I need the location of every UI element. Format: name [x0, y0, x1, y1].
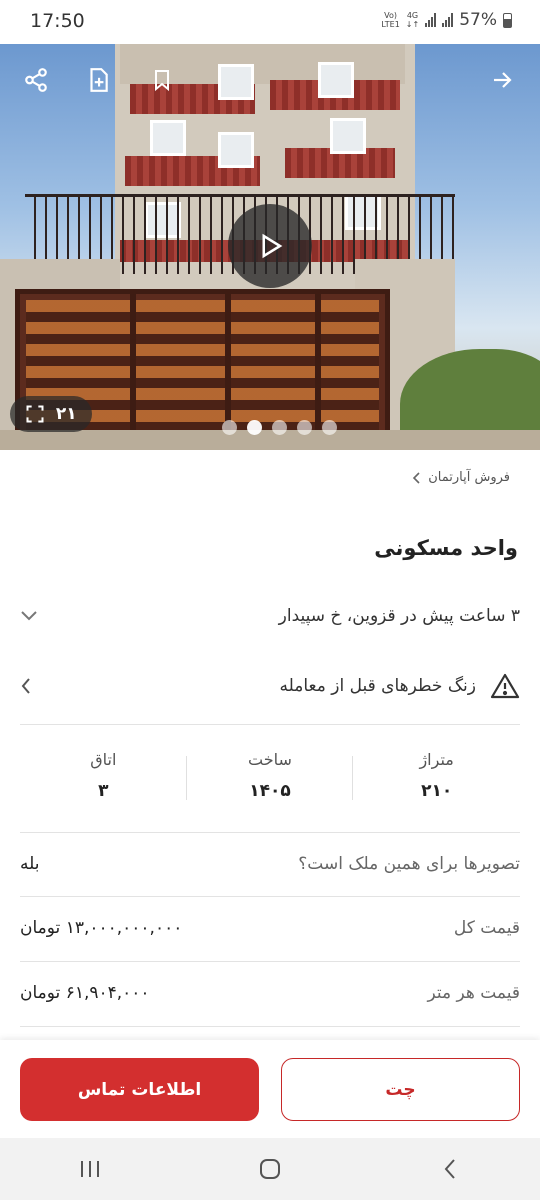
- warning-icon: [490, 673, 520, 699]
- signal-icon-2: [442, 13, 454, 27]
- stat-built: ساخت ۱۴۰۵: [187, 740, 354, 820]
- breadcrumb-label: فروش آپارتمان: [428, 470, 510, 485]
- divider: [20, 724, 520, 725]
- bookmark-icon[interactable]: [146, 64, 178, 96]
- recent-apps-icon: [81, 1161, 99, 1177]
- system-nav-bar: [0, 1138, 540, 1200]
- gallery-dot[interactable]: [297, 420, 312, 435]
- chevron-left-icon: [413, 471, 420, 484]
- back-button[interactable]: [420, 1149, 480, 1189]
- network-type: 4G ↓↑: [405, 11, 420, 29]
- gallery-dots: [222, 420, 337, 435]
- status-time: 17:50: [30, 10, 85, 32]
- listing-meta: ۳ ساعت پیش در قزوین، خ سپیدار: [278, 606, 520, 626]
- stat-rooms: اتاق ۳: [20, 740, 187, 820]
- home-button[interactable]: [240, 1149, 300, 1189]
- photos-authentic-row: تصویرها برای همین ملک است؟ بله: [20, 854, 520, 874]
- signal-icon: [425, 13, 437, 27]
- stat-area: متراژ ۲۱۰: [419, 750, 454, 801]
- home-icon: [260, 1159, 280, 1179]
- contact-info-button[interactable]: اطلاعات تماس: [20, 1058, 259, 1121]
- price-per-meter-row: قیمت هر متر ۶۱,۹۰۴,۰۰۰ تومان: [20, 983, 520, 1003]
- play-icon: [262, 233, 283, 259]
- back-icon: [444, 1159, 455, 1179]
- arrow-forward-icon[interactable]: [486, 64, 518, 96]
- share-icon[interactable]: [20, 64, 52, 96]
- total-price-row: قیمت کل ۱۳,۰۰۰,۰۰۰,۰۰۰ تومان: [20, 918, 520, 938]
- gallery-dot[interactable]: [322, 420, 337, 435]
- gallery-dot[interactable]: [222, 420, 237, 435]
- gallery-count: ۲۱: [55, 404, 77, 424]
- chevron-left-icon: [21, 678, 30, 694]
- page-title: واحد مسکونی: [374, 536, 518, 560]
- battery-icon: [503, 12, 512, 28]
- recent-apps-button[interactable]: [60, 1149, 120, 1189]
- status-indicators: Vo) LTE1 4G ↓↑ 57%: [381, 10, 512, 30]
- gallery-count-button[interactable]: ۲۱: [10, 396, 92, 432]
- fullscreen-icon: [26, 405, 44, 423]
- volte-indicator: Vo) LTE1: [381, 11, 400, 29]
- scam-warning-row[interactable]: زنگ خطرهای قبل از معامله: [20, 664, 520, 708]
- gallery-dot[interactable]: [247, 420, 262, 435]
- scam-warning-label: زنگ خطرهای قبل از معامله: [279, 676, 476, 696]
- gallery-dot[interactable]: [272, 420, 287, 435]
- listing-photo[interactable]: ۲۱: [0, 44, 540, 450]
- stats-row: متراژ ۲۱۰ ساخت ۱۴۰۵ اتاق ۳: [20, 740, 520, 820]
- chat-button[interactable]: چت: [281, 1058, 520, 1121]
- action-bar: اطلاعات تماس چت: [0, 1040, 540, 1138]
- battery-percent: 57%: [459, 10, 497, 30]
- status-bar: 17:50 Vo) LTE1 4G ↓↑ 57%: [0, 0, 540, 44]
- breadcrumb[interactable]: فروش آپارتمان: [412, 470, 510, 485]
- add-note-icon[interactable]: [82, 64, 114, 96]
- listing-meta-row[interactable]: ۳ ساعت پیش در قزوین، خ سپیدار: [20, 596, 520, 636]
- play-video-button[interactable]: [228, 204, 312, 288]
- chevron-down-icon: [21, 611, 37, 621]
- divider: [20, 1026, 520, 1027]
